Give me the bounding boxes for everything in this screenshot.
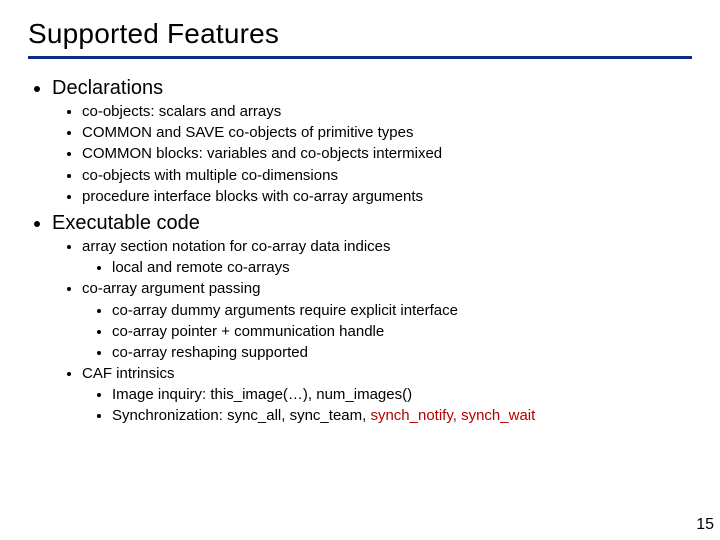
section-declarations: Declarations co-objects: scalars and arr… (52, 77, 692, 206)
list-item-synchronization: Synchronization: sync_all, sync_team, sy… (112, 406, 692, 425)
item-text: co-array argument passing (82, 280, 260, 297)
list-item: COMMON blocks: variables and co-objects … (82, 144, 692, 163)
slide: Supported Features Declarations co-objec… (0, 0, 720, 540)
sub-list: co-array dummy arguments require explici… (82, 301, 692, 363)
section-heading: Executable code (52, 212, 200, 234)
declarations-list: co-objects: scalars and arrays COMMON an… (52, 102, 692, 206)
red-text: , (453, 407, 461, 424)
list-item: COMMON and SAVE co-objects of primitive … (82, 123, 692, 142)
list-item: Image inquiry: this_image(…), num_images… (112, 385, 692, 404)
level1-list: Declarations co-objects: scalars and arr… (28, 77, 692, 426)
list-item: co-objects with multiple co-dimensions (82, 166, 692, 185)
sub-list: Image inquiry: this_image(…), num_images… (82, 385, 692, 425)
list-item: co-objects: scalars and arrays (82, 102, 692, 121)
sync-prefix: Synchronization: sync_all, sync_team, (112, 407, 370, 424)
item-text: array section notation for co-array data… (82, 238, 391, 255)
list-item: procedure interface blocks with co-array… (82, 187, 692, 206)
sub-list: local and remote co-arrays (82, 258, 692, 277)
section-heading: Declarations (52, 77, 163, 99)
list-item: co-array dummy arguments require explici… (112, 301, 692, 320)
list-item: co-array reshaping supported (112, 343, 692, 362)
red-text: synch_notify (370, 407, 452, 424)
slide-title: Supported Features (28, 18, 692, 50)
title-underline (28, 56, 692, 59)
list-item: co-array argument passing co-array dummy… (82, 279, 692, 362)
list-item: CAF intrinsics Image inquiry: this_image… (82, 364, 692, 426)
section-executable-code: Executable code array section notation f… (52, 212, 692, 426)
list-item: array section notation for co-array data… (82, 237, 692, 277)
item-text: CAF intrinsics (82, 365, 175, 382)
page-number: 15 (696, 516, 714, 534)
executable-code-list: array section notation for co-array data… (52, 237, 692, 426)
list-item: co-array pointer + communication handle (112, 322, 692, 341)
red-text: synch_wait (461, 407, 535, 424)
list-item: local and remote co-arrays (112, 258, 692, 277)
